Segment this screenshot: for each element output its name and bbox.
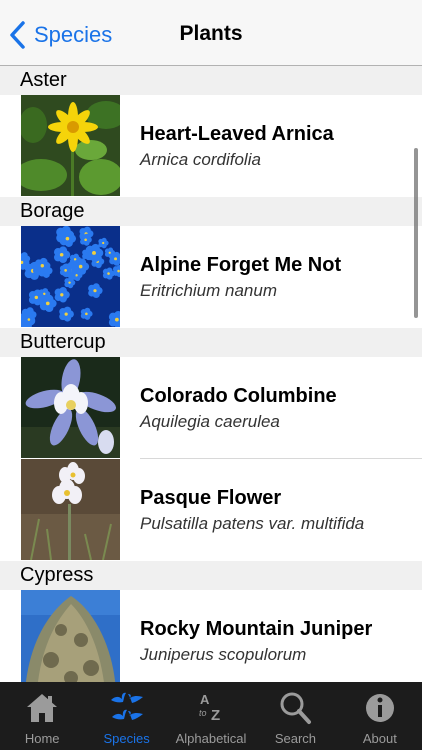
- scroll-indicator[interactable]: [414, 148, 418, 318]
- juniper-photo: [21, 590, 120, 682]
- search-icon: [280, 692, 312, 724]
- tab-label: Species: [103, 731, 150, 746]
- pasque-flower-photo: [21, 459, 120, 560]
- a-to-z-icon: A to Z: [199, 692, 220, 724]
- tab-label: Alphabetical: [175, 731, 247, 746]
- list-item-colorado-columbine[interactable]: Colorado Columbine Aquilegia caerulea: [0, 357, 422, 459]
- tab-label: About: [362, 731, 397, 746]
- list-item-pasque-flower[interactable]: Pasque Flower Pulsatilla patens var. mul…: [0, 459, 422, 561]
- tab-alphabetical[interactable]: A to Z Alphabetical: [169, 682, 253, 750]
- common-name: Rocky Mountain Juniper: [140, 618, 373, 640]
- tab-about[interactable]: About: [338, 682, 422, 750]
- list-item-alpine-forget-me-not[interactable]: Alpine Forget Me Not Eritrichium nanum: [0, 226, 422, 328]
- tab-species[interactable]: Species: [84, 682, 168, 750]
- list-item-rocky-mountain-juniper[interactable]: Rocky Mountain Juniper Juniperus scopulo…: [0, 590, 422, 682]
- home-icon: [27, 694, 58, 722]
- svg-text:Z: Z: [211, 707, 220, 724]
- back-button[interactable]: Species: [8, 18, 112, 52]
- section-header-aster: Aster: [0, 66, 422, 95]
- list-item-heart-leaved-arnica[interactable]: Heart-Leaved Arnica Arnica cordifolia: [0, 95, 422, 197]
- tab-search[interactable]: Search: [253, 682, 337, 750]
- common-name: Heart-Leaved Arnica: [140, 123, 334, 145]
- tab-label: Home: [24, 731, 60, 746]
- species-list[interactable]: Aster Heart-Leaved Arnica Arnica cordifo…: [0, 66, 422, 682]
- scientific-name: Arnica cordifolia: [140, 150, 261, 169]
- section-header-buttercup: Buttercup: [0, 328, 422, 357]
- columbine-photo: [21, 357, 120, 458]
- arnica-photo: [21, 95, 120, 196]
- svg-text:A: A: [200, 692, 210, 707]
- common-name: Colorado Columbine: [140, 385, 337, 407]
- scientific-name: Juniperus scopulorum: [140, 645, 307, 664]
- chevron-left-icon: [10, 21, 25, 49]
- navigation-bar: Species Plants: [0, 0, 422, 66]
- scientific-name: Aquilegia caerulea: [140, 412, 280, 431]
- info-icon: [365, 694, 394, 722]
- section-header-borage: Borage: [0, 197, 422, 226]
- scientific-name: Eritrichium nanum: [140, 281, 277, 300]
- forget-me-not-photo: [21, 226, 120, 327]
- tab-home[interactable]: Home: [0, 682, 84, 750]
- svg-text:to: to: [199, 708, 207, 718]
- tab-label: Search: [274, 731, 317, 746]
- birds-icon: [110, 692, 143, 720]
- common-name: Alpine Forget Me Not: [140, 254, 342, 276]
- scientific-name: Pulsatilla patens var. multifida: [140, 514, 365, 533]
- common-name: Pasque Flower: [140, 487, 282, 509]
- back-label: Species: [34, 22, 113, 47]
- section-header-cypress: Cypress: [0, 561, 422, 590]
- tab-bar: Home Species A to Z Alphabetical Search: [0, 682, 422, 750]
